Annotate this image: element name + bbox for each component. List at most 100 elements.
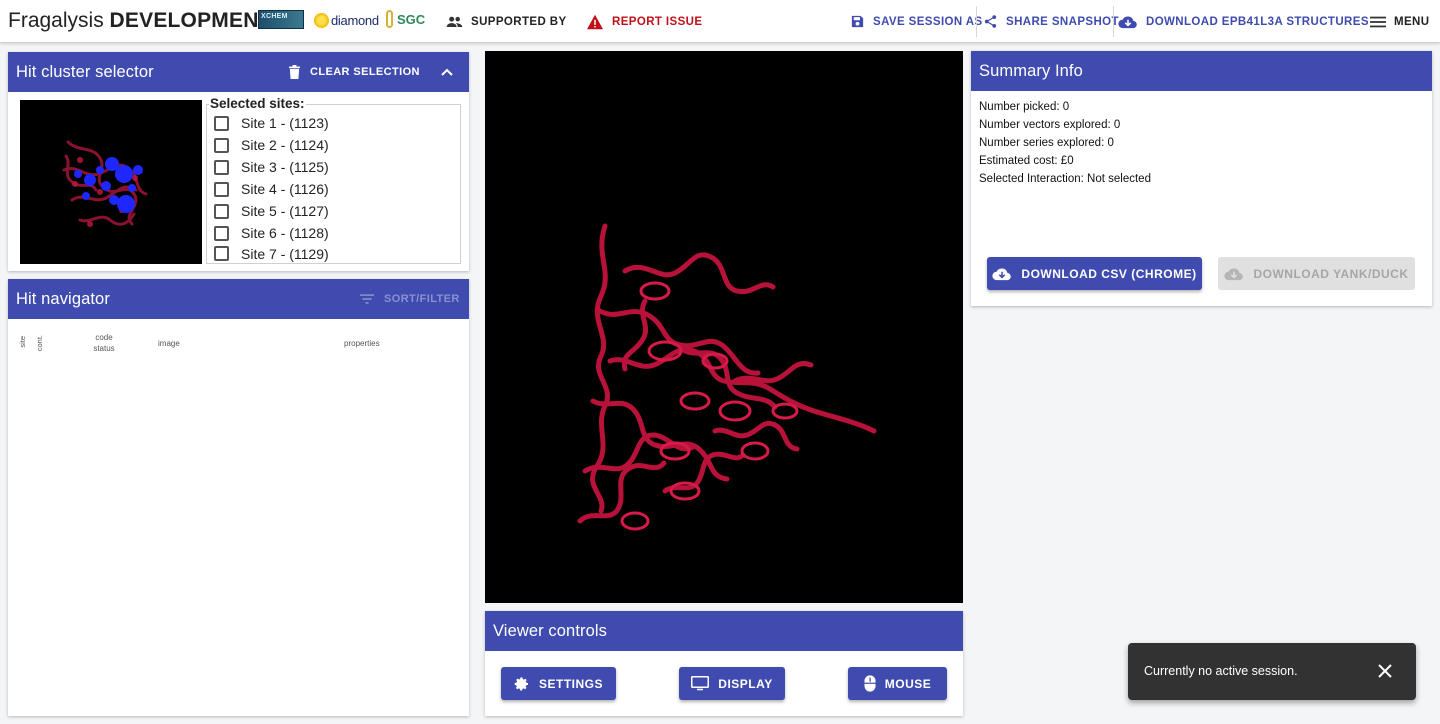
save-session-button[interactable]: SAVE SESSION AS bbox=[850, 0, 983, 43]
summary-info-title: Summary Info bbox=[979, 62, 1083, 80]
brand-name: Fragalysis bbox=[8, 9, 104, 32]
settings-button[interactable]: SETTINGS bbox=[501, 667, 616, 700]
save-session-label: SAVE SESSION AS bbox=[873, 15, 983, 28]
site-checkbox-row[interactable]: Site 2 - (1124) bbox=[214, 134, 329, 156]
header-divider bbox=[976, 6, 977, 37]
site-checkbox[interactable] bbox=[214, 137, 229, 153]
people-icon bbox=[446, 16, 463, 27]
floppy-icon bbox=[851, 15, 864, 28]
column-header-cont: cont. bbox=[35, 335, 44, 352]
site-checkbox-row[interactable]: Site 5 - (1127) bbox=[214, 200, 329, 222]
site-checkbox-row[interactable]: Site 3 - (1125) bbox=[214, 156, 329, 178]
clear-selection-button[interactable]: CLEAR SELECTION bbox=[289, 52, 420, 92]
protein-thumbnail-image bbox=[62, 140, 148, 227]
site-checkbox-row[interactable]: Site 6 - (1128) bbox=[214, 222, 329, 244]
site-label: Site 1 - (1123) bbox=[241, 115, 329, 131]
site-label: Site 4 - (1126) bbox=[241, 181, 329, 197]
molecule-viewer-canvas[interactable] bbox=[485, 51, 963, 603]
download-yank-duck-label: DOWNLOAD YANK/DUCK bbox=[1253, 266, 1409, 281]
chevron-up-icon bbox=[441, 68, 453, 76]
sort-filter-label: SORT/FILTER bbox=[384, 293, 460, 305]
site-checkbox-row[interactable]: Site 1 - (1123) bbox=[214, 112, 329, 134]
close-icon bbox=[1378, 664, 1392, 678]
column-header-status: status bbox=[93, 344, 115, 353]
download-structures-label: DOWNLOAD EPB41L3A STRUCTURES bbox=[1146, 15, 1369, 28]
settings-label: SETTINGS bbox=[538, 676, 603, 691]
app-brand[interactable]: Fragalysis DEVELOPMENT bbox=[8, 9, 272, 33]
hit-navigator-title: Hit navigator bbox=[16, 290, 110, 308]
hit-cluster-header: Hit cluster selector CLEAR SELECTION bbox=[8, 52, 469, 92]
navigator-column-headers: site cont. code status image properties bbox=[8, 319, 469, 379]
site-checkbox[interactable] bbox=[214, 225, 229, 241]
column-header-site: site bbox=[18, 336, 27, 348]
viewer-controls-title: Viewer controls bbox=[493, 622, 607, 640]
clear-selection-label: CLEAR SELECTION bbox=[310, 66, 420, 78]
mouse-label: MOUSE bbox=[884, 676, 932, 691]
site-checkbox[interactable] bbox=[214, 115, 229, 131]
hit-cluster-selector-panel: Hit cluster selector CLEAR SELECTION Sel… bbox=[8, 52, 469, 271]
viewer-controls-header: Viewer controls bbox=[485, 611, 963, 651]
download-yank-duck-button[interactable]: DOWNLOAD YANK/DUCK bbox=[1218, 257, 1415, 290]
menu-label: MENU bbox=[1394, 15, 1430, 28]
site-checkbox[interactable] bbox=[214, 159, 229, 175]
site-label: Site 3 - (1125) bbox=[241, 159, 329, 175]
display-button[interactable]: DISPLAY bbox=[679, 667, 785, 700]
hit-navigator-header: Hit navigator SORT/FILTER bbox=[8, 279, 469, 319]
hit-cluster-title: Hit cluster selector bbox=[16, 63, 154, 81]
selected-sites-label: Selected sites: bbox=[209, 96, 306, 111]
filter-icon bbox=[360, 294, 374, 304]
column-header-code-status: code status bbox=[88, 332, 120, 354]
site-label: Site 2 - (1124) bbox=[241, 137, 329, 153]
snackbar-close-button[interactable] bbox=[1376, 662, 1394, 680]
snackbar-message: Currently no active session. bbox=[1144, 664, 1298, 678]
share-snapshot-label: SHARE SNAPSHOT bbox=[1006, 15, 1119, 28]
cloud-download-icon bbox=[992, 267, 1012, 280]
site-checkbox-row[interactable]: Site 7 - (1129) bbox=[214, 244, 329, 262]
report-issue-label: REPORT ISSUE bbox=[612, 15, 703, 28]
cluster-thumbnail[interactable] bbox=[20, 100, 202, 264]
site-label: Site 5 - (1127) bbox=[241, 203, 329, 219]
estimated-cost-text: Estimated cost: £0 bbox=[979, 155, 1074, 167]
report-issue-button[interactable]: REPORT ISSUE bbox=[586, 0, 702, 43]
site-checkbox[interactable] bbox=[214, 181, 229, 197]
summary-info-panel: Summary Info Number picked: 0 Number vec… bbox=[971, 51, 1432, 306]
column-header-code: code bbox=[95, 333, 113, 342]
share-icon bbox=[984, 15, 997, 28]
mouse-icon bbox=[863, 675, 876, 692]
download-csv-button[interactable]: DOWNLOAD CSV (CHROME) bbox=[987, 257, 1202, 290]
vectors-explored-text: Number vectors explored: 0 bbox=[979, 119, 1121, 131]
display-label: DISPLAY bbox=[718, 676, 773, 691]
hamburger-icon bbox=[1370, 16, 1386, 27]
cloud-download-icon bbox=[1118, 15, 1137, 28]
viewer-controls-panel: Viewer controls SETTINGS DISPLAY MOUSE bbox=[485, 611, 963, 716]
site-checkbox-row[interactable]: Site 4 - (1126) bbox=[214, 178, 329, 200]
app-header: Fragalysis DEVELOPMENT XCHEM diamond SGC… bbox=[0, 0, 1440, 43]
supported-by-label: SUPPORTED BY bbox=[471, 15, 567, 28]
xchem-logo[interactable]: XCHEM bbox=[258, 10, 304, 29]
hit-navigator-panel: Hit navigator SORT/FILTER site cont. cod… bbox=[8, 279, 469, 716]
protein-ribbon-rendering bbox=[577, 223, 877, 531]
warning-icon bbox=[587, 14, 603, 29]
cloud-download-icon bbox=[1224, 267, 1244, 280]
download-structures-button[interactable]: DOWNLOAD EPB41L3A STRUCTURES bbox=[1118, 0, 1369, 43]
monitor-icon bbox=[691, 676, 710, 691]
menu-button[interactable]: MENU bbox=[1370, 0, 1429, 43]
series-explored-text: Number series explored: 0 bbox=[979, 137, 1114, 149]
site-checkbox[interactable] bbox=[214, 246, 229, 261]
header-divider bbox=[1113, 6, 1114, 37]
site-label: Site 6 - (1128) bbox=[241, 225, 329, 241]
column-header-properties: properties bbox=[344, 339, 380, 348]
brand-environment: DEVELOPMENT bbox=[109, 9, 272, 32]
sort-filter-button[interactable]: SORT/FILTER bbox=[360, 279, 460, 319]
site-label: Site 7 - (1129) bbox=[241, 246, 329, 262]
site-checkbox[interactable] bbox=[214, 203, 229, 219]
supported-by-button[interactable]: SUPPORTED BY bbox=[446, 0, 567, 43]
trash-icon bbox=[289, 65, 300, 79]
download-csv-label: DOWNLOAD CSV (CHROME) bbox=[1021, 266, 1197, 281]
column-header-image: image bbox=[158, 339, 180, 348]
share-snapshot-button[interactable]: SHARE SNAPSHOT bbox=[983, 0, 1119, 43]
collapse-button[interactable] bbox=[441, 52, 463, 92]
mouse-button[interactable]: MOUSE bbox=[848, 667, 947, 700]
session-snackbar: Currently no active session. bbox=[1128, 643, 1416, 700]
selected-interaction-text: Selected Interaction: Not selected bbox=[979, 173, 1151, 185]
